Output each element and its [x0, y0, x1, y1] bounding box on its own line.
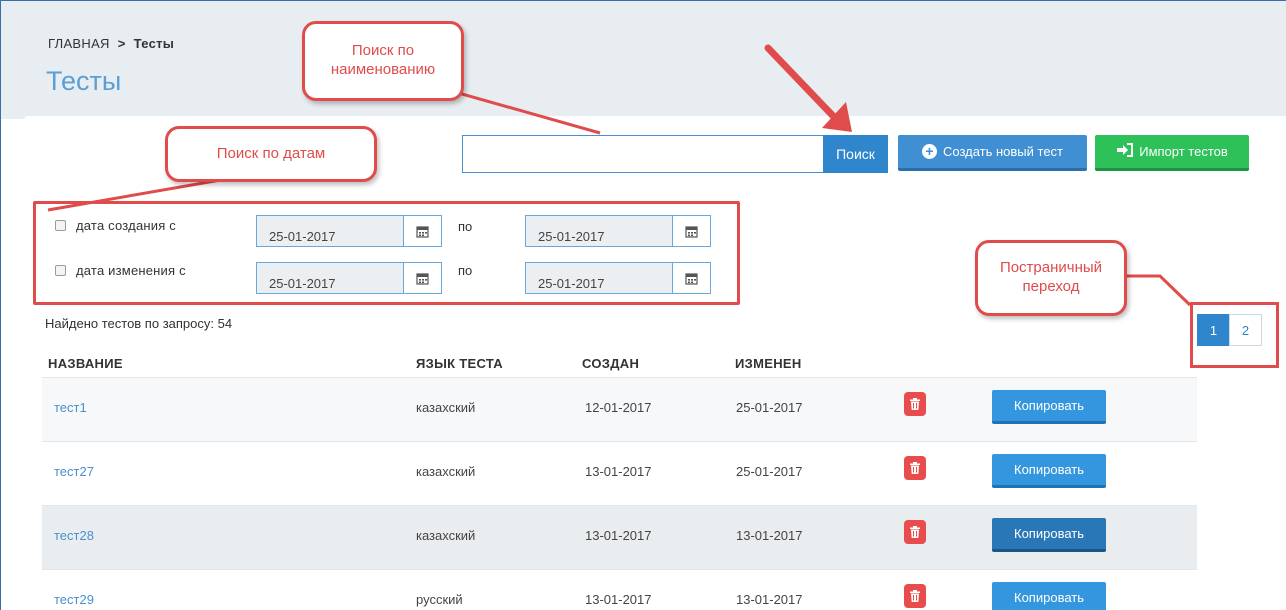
callout-pagination: Постраничный переход — [975, 240, 1127, 316]
pagination-callout-pointer — [1125, 274, 1192, 307]
search-arrow-shaft — [764, 44, 839, 122]
callout-search-name: Поиск по наименованию — [302, 21, 464, 101]
callout-search-dates: Поиск по датам — [165, 126, 377, 182]
dates-callout-pointer — [47, 176, 258, 212]
